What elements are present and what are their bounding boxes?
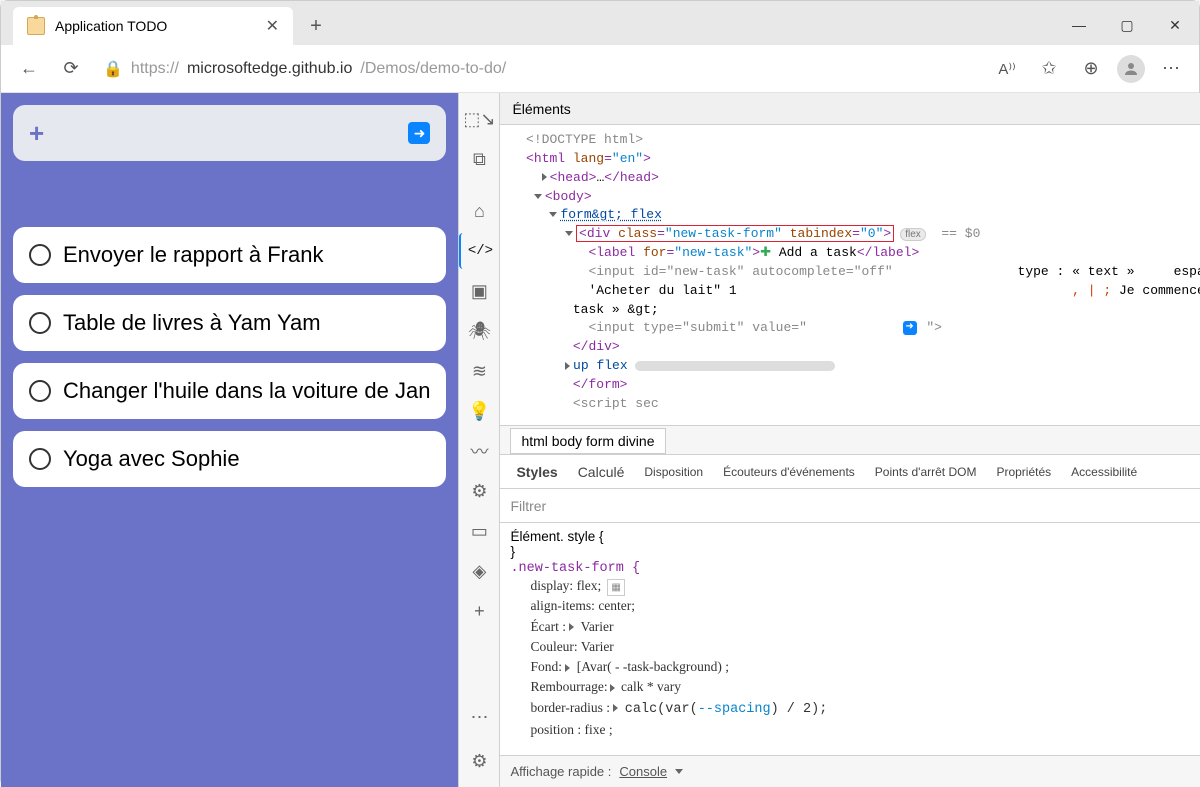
- more-icon[interactable]: ⋯: [459, 699, 499, 735]
- clipboard-icon: [27, 17, 45, 35]
- flex-editor-icon[interactable]: ▦: [607, 579, 624, 596]
- back-button[interactable]: ←: [13, 53, 45, 85]
- expand-icon[interactable]: [565, 362, 570, 370]
- browser-toolbar: ← ⟳ 🔒 https:// microsoftedge.github.io/De…: [1, 45, 1199, 93]
- tab-title: Application TODO: [55, 18, 167, 34]
- refresh-button[interactable]: ⟳: [55, 53, 87, 85]
- task-item[interactable]: Yoga avec Sophie: [13, 431, 446, 487]
- styles-tabs: Styles Calculé Disposition Écouteurs d'é…: [500, 455, 1200, 489]
- chevron-down-icon[interactable]: [675, 769, 683, 774]
- scrollbar[interactable]: [635, 361, 835, 371]
- collapse-icon[interactable]: [565, 231, 573, 236]
- tab-layout[interactable]: Disposition: [636, 459, 711, 485]
- tab-computed[interactable]: Calculé: [570, 458, 633, 486]
- welcome-icon[interactable]: ⌂: [459, 193, 499, 229]
- menu-icon[interactable]: ⋯: [1155, 53, 1187, 85]
- url-host: microsoftedge.github.io: [187, 60, 352, 78]
- selected-node[interactable]: <div class="new-task-form" tabindex="0">: [576, 225, 894, 242]
- window-controls: — ▢ ✕: [1055, 5, 1199, 45]
- close-tab-icon[interactable]: ✕: [266, 16, 279, 36]
- tab-properties[interactable]: Propriétés: [988, 459, 1059, 485]
- device-icon[interactable]: ⧉: [459, 141, 499, 177]
- checkbox-icon[interactable]: [29, 312, 51, 334]
- devtools-panel: Éléments ✕ <!DOCTYPE html> <html lang="e…: [500, 93, 1200, 787]
- devtools-footer: Affichage rapide : Console ⎘ ⌃: [500, 755, 1200, 787]
- console-drawer-link[interactable]: Console: [619, 764, 667, 779]
- minimize-button[interactable]: —: [1055, 5, 1103, 45]
- titlebar: Application TODO ✕ + — ▢ ✕: [1, 1, 1199, 45]
- sources-icon[interactable]: 🕷: [459, 313, 499, 349]
- profile-icon[interactable]: [1117, 55, 1145, 83]
- task-item[interactable]: Envoyer le rapport à Frank: [13, 227, 446, 283]
- memory-icon[interactable]: 〰: [459, 433, 499, 469]
- task-label: Yoga avec Sophie: [63, 446, 240, 472]
- maximize-button[interactable]: ▢: [1103, 5, 1151, 45]
- task-label: Table de livres à Yam Yam: [63, 310, 321, 336]
- read-aloud-icon[interactable]: A⁾⁾: [991, 53, 1023, 85]
- tab-accessibility[interactable]: Accessibilité: [1063, 459, 1145, 485]
- browser-tab[interactable]: Application TODO ✕: [13, 7, 293, 45]
- task-item[interactable]: Table de livres à Yam Yam: [13, 295, 446, 351]
- element-style: Élément. style {: [510, 529, 1200, 544]
- app-page: + ➜ Envoyer le rapport à Frank Table de …: [1, 93, 458, 787]
- expand-icon[interactable]: [565, 664, 570, 672]
- tab-styles[interactable]: Styles: [508, 458, 565, 486]
- devtools-header: Éléments ✕: [500, 93, 1200, 125]
- filter-input[interactable]: Filtrer: [510, 498, 546, 514]
- breadcrumb[interactable]: html body form divine: [500, 425, 1200, 455]
- tab-listeners[interactable]: Écouteurs d'événements: [715, 459, 863, 485]
- new-tab-button[interactable]: +: [301, 11, 331, 41]
- new-task-form[interactable]: + ➜: [13, 105, 446, 161]
- tab-dom-breakpoints[interactable]: Points d'arrêt DOM: [867, 459, 985, 485]
- selector: .new-task-form {: [510, 561, 640, 576]
- lighthouse-icon[interactable]: ◈: [459, 553, 499, 589]
- arrow-icon: ➜: [903, 321, 917, 335]
- expand-icon[interactable]: [569, 623, 574, 631]
- filter-bar: Filtrer : Table. Classe + ▥ ⇥: [500, 489, 1200, 523]
- footer-label: Affichage rapide :: [510, 764, 611, 779]
- devtools-sidebar: ⬚↘ ⧉ ⌂ </> ▣ 🕷 ≋ 💡 〰 ⚙ ▭ ◈ + ⋯ ⚙: [458, 93, 500, 787]
- inspect-icon[interactable]: ⬚↘: [459, 101, 499, 137]
- checkbox-icon[interactable]: [29, 380, 51, 402]
- security-icon[interactable]: ▭: [459, 513, 499, 549]
- task-label: Envoyer le rapport à Frank: [63, 242, 323, 268]
- expand-icon[interactable]: [610, 684, 615, 692]
- url-path: /Demos/demo-to-do/: [360, 60, 506, 78]
- console-icon[interactable]: ▣: [459, 273, 499, 309]
- plus-icon: +: [29, 118, 44, 149]
- collapse-icon[interactable]: [534, 194, 542, 199]
- lock-icon: 🔒: [103, 59, 123, 79]
- collapse-icon[interactable]: [549, 212, 557, 217]
- close-window-button[interactable]: ✕: [1151, 5, 1199, 45]
- checkbox-icon[interactable]: [29, 244, 51, 266]
- url-protocol: https://: [131, 60, 179, 78]
- settings-icon[interactable]: ⚙: [459, 743, 499, 779]
- network-icon[interactable]: ≋: [459, 353, 499, 389]
- dom-tree[interactable]: <!DOCTYPE html> <html lang="en"> <head>……: [500, 125, 1200, 425]
- application-icon[interactable]: ⚙: [459, 473, 499, 509]
- performance-icon[interactable]: 💡: [459, 393, 499, 429]
- expand-icon[interactable]: [613, 704, 618, 712]
- panel-title: Éléments: [512, 101, 570, 117]
- add-icon[interactable]: +: [459, 593, 499, 629]
- expand-icon[interactable]: [542, 173, 547, 181]
- favorite-icon[interactable]: ✩: [1033, 53, 1065, 85]
- checkbox-icon[interactable]: [29, 448, 51, 470]
- collections-icon[interactable]: ⊕: [1075, 53, 1107, 85]
- elements-icon[interactable]: </>: [459, 233, 499, 269]
- submit-button[interactable]: ➜: [408, 122, 430, 144]
- task-item[interactable]: Changer l'huile dans la voiture de Jan: [13, 363, 446, 419]
- address-bar[interactable]: 🔒 https:// microsoftedge.github.io/Demos/…: [97, 51, 981, 87]
- styles-pane[interactable]: Élément. style { } .new-task-form {to-do…: [500, 523, 1200, 755]
- task-label: Changer l'huile dans la voiture de Jan: [63, 378, 430, 404]
